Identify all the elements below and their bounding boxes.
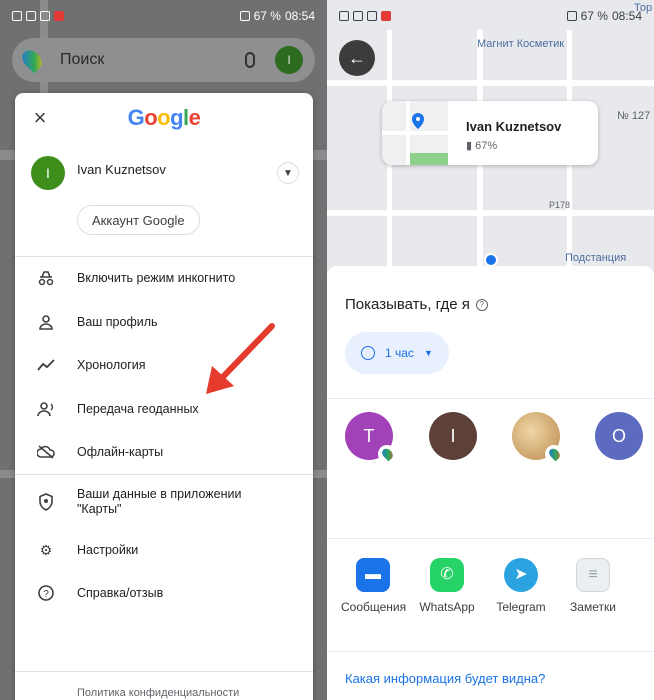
contact-avatar[interactable]: O — [595, 412, 643, 460]
status-bar: 67 % 08:54 — [327, 0, 654, 32]
status-bar: 67 % 08:54 — [0, 0, 327, 32]
shared-user-name: Ivan Kuznetsov — [466, 119, 562, 134]
share-app-notes[interactable]: ≡ Заметки — [557, 558, 629, 614]
contact-avatar[interactable]: I — [429, 412, 477, 460]
contact-avatar[interactable]: T — [345, 412, 396, 463]
menu-item-label: Хронология — [77, 357, 146, 372]
search-placeholder[interactable]: Поиск — [60, 51, 245, 69]
privacy-policy-link[interactable]: Политика конфиденциальности — [77, 687, 239, 699]
dropdown-arrow-icon: ▼ — [423, 348, 433, 358]
messages-icon: ▬ — [356, 558, 390, 592]
menu-item-maps-data[interactable]: Ваши данные в приложении "Карты" — [15, 483, 313, 521]
menu-item-help[interactable]: ? Справка/отзыв — [15, 575, 313, 611]
battery-text: 67 % — [253, 9, 281, 23]
clock-text: 08:54 — [611, 9, 642, 23]
maps-pin-icon — [18, 46, 46, 74]
menu-item-settings[interactable]: ⚙ Настройки — [15, 532, 313, 568]
menu-item-offline-maps[interactable]: Офлайн-карты — [15, 434, 313, 470]
menu-item-label: Настройки — [77, 542, 139, 557]
person-icon — [37, 313, 55, 331]
divider — [15, 474, 313, 475]
divider — [327, 398, 654, 399]
map-thumbnail — [382, 101, 448, 165]
offline-maps-icon — [37, 443, 55, 461]
share-app-whatsapp[interactable]: ✆ WhatsApp — [411, 558, 483, 614]
location-sharing-icon — [37, 400, 55, 418]
incognito-icon — [37, 269, 55, 287]
search-bar[interactable]: Поиск I — [12, 38, 315, 82]
share-app-telegram[interactable]: ➤ Telegram — [485, 558, 557, 614]
mic-icon[interactable] — [245, 52, 255, 68]
annotation-arrow — [206, 323, 275, 394]
account-name: Ivan Kuznetsov — [77, 161, 166, 177]
divider — [327, 538, 654, 539]
map-label: Магнит Косметик — [477, 38, 565, 50]
visible-info-link[interactable]: Какая информация будет видна? — [345, 671, 545, 686]
help-icon[interactable]: ? — [475, 298, 488, 311]
shared-user-battery: ▮ 67% — [466, 140, 498, 152]
whatsapp-icon: ✆ — [430, 558, 464, 592]
maps-pin-icon — [378, 445, 396, 463]
menu-item-label: Ваши данные в приложении "Карты" — [77, 487, 242, 516]
svg-text:?: ? — [43, 589, 49, 600]
chevron-down-icon[interactable]: ▼ — [277, 162, 299, 184]
share-sheet: Показывать, где я? 1 час ▼ T I O ▬ Сообщ… — [327, 266, 654, 700]
menu-item-incognito[interactable]: Включить режим инкогнито — [15, 260, 313, 296]
sheet-title: Показывать, где я? — [345, 296, 488, 313]
account-avatar: I — [31, 156, 65, 190]
menu-item-label: Справка/отзыв — [77, 585, 164, 600]
timeline-icon — [37, 356, 55, 374]
location-card[interactable]: Ivan Kuznetsov ▮ 67% — [382, 101, 598, 165]
contact-avatar[interactable] — [512, 412, 563, 463]
menu-item-label: Офлайн-карты — [77, 444, 164, 459]
map-label: № 127 — [617, 110, 651, 122]
divider — [15, 671, 313, 672]
back-arrow-icon[interactable]: ← — [339, 40, 375, 76]
share-app-messages[interactable]: ▬ Сообщения — [337, 558, 409, 614]
clock-text: 08:54 — [284, 9, 315, 23]
telegram-icon: ➤ — [504, 558, 538, 592]
clock-icon — [361, 346, 375, 360]
my-location-dot — [484, 253, 498, 267]
map-label: Подстанция — [565, 252, 627, 264]
account-row: I Ivan Kuznetsov ▼ — [31, 153, 299, 193]
google-logo: Google — [127, 105, 201, 130]
left-screen: 67 % 08:54 Поиск I × Google I Ivan Kuzne… — [0, 0, 327, 700]
right-screen: Магнит Косметик Подстанция № 127 P178 То… — [327, 0, 654, 700]
maps-pin-icon — [545, 445, 563, 463]
menu-item-label: Ваш профиль — [77, 314, 158, 329]
duration-selector[interactable]: 1 час ▼ — [345, 332, 449, 374]
notes-icon: ≡ — [576, 558, 610, 592]
menu-item-label: Передача геоданных — [77, 401, 199, 416]
battery-text: 67 % — [580, 9, 608, 23]
duration-value: 1 час — [385, 346, 414, 360]
help-icon: ? — [37, 584, 55, 602]
battery-icon: ▮ — [466, 140, 473, 152]
avatar[interactable]: I — [275, 46, 303, 74]
divider — [327, 651, 654, 652]
menu-item-label: Включить режим инкогнито — [77, 270, 236, 285]
gear-icon: ⚙ — [39, 541, 53, 558]
shield-icon — [37, 493, 55, 511]
google-account-button[interactable]: Аккаунт Google — [77, 205, 200, 235]
map-label: P178 — [549, 200, 571, 210]
divider — [15, 256, 313, 257]
